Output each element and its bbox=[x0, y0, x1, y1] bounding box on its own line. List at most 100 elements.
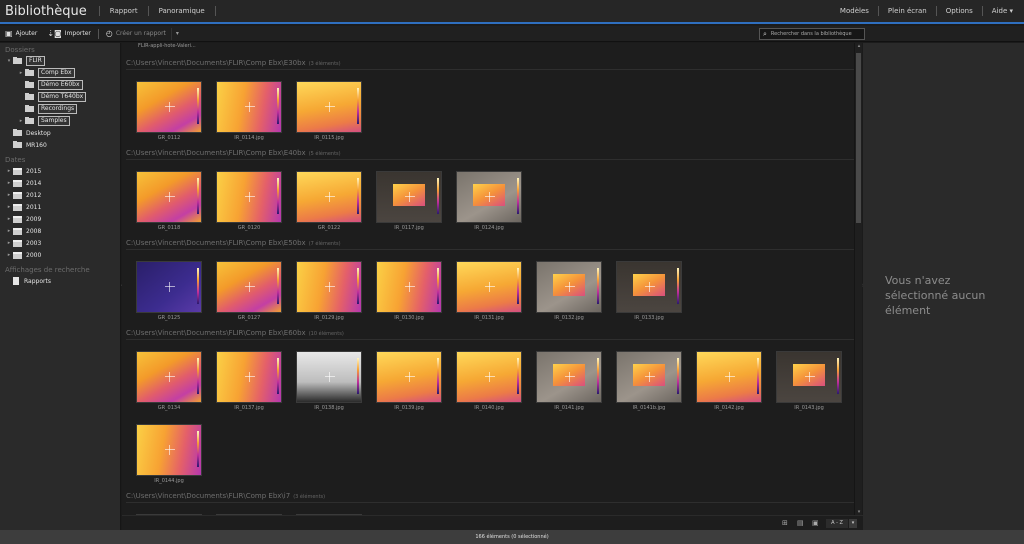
thermal-image-thumbnail[interactable] bbox=[536, 351, 602, 403]
triangle-right-icon[interactable]: ▸ bbox=[5, 228, 13, 234]
folder-item[interactable]: Desktop bbox=[0, 127, 120, 139]
search-view-item[interactable]: Rapports bbox=[0, 275, 120, 287]
triangle-right-icon[interactable]: ▸ bbox=[5, 168, 13, 174]
menu-plein-ecran[interactable]: Plein écran bbox=[881, 7, 934, 15]
thumbnail-label: IR_0142.jpg bbox=[714, 405, 744, 411]
menu-aide[interactable]: Aide ▾ bbox=[985, 7, 1020, 15]
folder-item[interactable]: ▾ FLIR bbox=[0, 55, 120, 67]
triangle-down-icon[interactable]: ▾ bbox=[5, 58, 13, 64]
scroll-up-icon[interactable]: ▴ bbox=[855, 43, 863, 49]
folder-item[interactable]: Démo T640bx bbox=[0, 91, 120, 103]
triangle-right-icon[interactable]: ▸ bbox=[5, 252, 13, 258]
color-scale bbox=[517, 358, 519, 394]
thermal-image-thumbnail[interactable] bbox=[296, 171, 362, 223]
group-header: C:\Users\Vincent\Documents\FLIR\Comp Ebx… bbox=[126, 329, 854, 340]
color-scale bbox=[677, 358, 679, 394]
date-item[interactable]: ▸ 2011 bbox=[0, 201, 120, 213]
color-scale bbox=[837, 358, 839, 394]
search-view-list: Rapports bbox=[0, 275, 120, 287]
triangle-right-icon[interactable]: ▸ bbox=[5, 216, 13, 222]
import-button-label: Importer bbox=[64, 30, 91, 37]
status-bar: 166 éléments (0 sélectionné) bbox=[0, 530, 1024, 544]
menu-separator bbox=[935, 6, 937, 16]
sort-select[interactable]: A - Z bbox=[826, 519, 848, 528]
thermal-image-thumbnail[interactable] bbox=[776, 351, 842, 403]
thermal-image-thumbnail[interactable] bbox=[376, 351, 442, 403]
folder-icon bbox=[25, 69, 34, 76]
calendar-icon bbox=[13, 179, 22, 187]
import-button[interactable]: ⇣◙ Importer bbox=[42, 27, 96, 41]
thermal-image-thumbnail[interactable] bbox=[456, 261, 522, 313]
thermal-image-thumbnail[interactable] bbox=[296, 351, 362, 403]
thermal-image-thumbnail[interactable] bbox=[216, 171, 282, 223]
menu-modeles[interactable]: Modèles bbox=[833, 7, 876, 15]
date-item[interactable]: ▸ 2000 bbox=[0, 249, 120, 261]
add-button[interactable]: ▣ Ajouter bbox=[0, 27, 42, 41]
sort-dropdown-icon[interactable]: ▾ bbox=[849, 519, 857, 528]
thermal-image-thumbnail[interactable] bbox=[296, 81, 362, 133]
thermal-image-thumbnail[interactable] bbox=[216, 81, 282, 133]
folder-item[interactable]: ▸ Samples bbox=[0, 115, 120, 127]
thermal-image-thumbnail[interactable] bbox=[296, 261, 362, 313]
thumbnail-label: IR_0138.jpg bbox=[314, 405, 344, 411]
triangle-right-icon[interactable]: ▸ bbox=[5, 192, 13, 198]
menu-options[interactable]: Options bbox=[939, 7, 980, 15]
menu-separator bbox=[147, 6, 149, 16]
thumbnail-label: IR_0132.jpg bbox=[554, 315, 584, 321]
crosshair-icon bbox=[405, 282, 415, 292]
thermal-image-thumbnail[interactable] bbox=[136, 424, 202, 476]
scrollbar-thumb[interactable] bbox=[856, 53, 861, 223]
menu-bar: Bibliothèque Rapport Panoramique Modèles… bbox=[0, 0, 1024, 24]
calendar-icon bbox=[13, 203, 22, 211]
group-count: (7 éléments) bbox=[308, 241, 341, 247]
thermal-image-thumbnail[interactable] bbox=[136, 261, 202, 313]
thumbnail-label: GR_0127 bbox=[237, 315, 261, 321]
thumbnail-label: IR_0141b.jpg bbox=[632, 405, 666, 411]
color-scale bbox=[757, 358, 759, 394]
menu-rapport[interactable]: Rapport bbox=[102, 7, 146, 15]
thumbnail-label: IR_0143.jpg bbox=[794, 405, 824, 411]
create-report-dropdown[interactable]: ▾ bbox=[170, 27, 183, 40]
date-item[interactable]: ▸ 2012 bbox=[0, 189, 120, 201]
list-view-icon[interactable]: ▤ bbox=[797, 519, 807, 527]
folder-item[interactable]: ▸ Comp Ebx bbox=[0, 67, 120, 79]
thermal-image-thumbnail[interactable] bbox=[376, 261, 442, 313]
folder-item[interactable]: Démo E60bx bbox=[0, 79, 120, 91]
color-scale bbox=[517, 178, 519, 214]
thermal-image-thumbnail[interactable] bbox=[456, 351, 522, 403]
group-header: C:\Users\Vincent\Documents\FLIR\Comp Ebx… bbox=[126, 149, 854, 160]
thermal-image-thumbnail[interactable] bbox=[616, 261, 682, 313]
grid-view-icon[interactable]: ⊞ bbox=[782, 519, 792, 527]
thermal-image-thumbnail[interactable] bbox=[216, 351, 282, 403]
create-report-button[interactable]: ◴ Créer un rapport bbox=[101, 27, 171, 41]
thermal-image-thumbnail[interactable] bbox=[456, 171, 522, 223]
color-scale bbox=[277, 268, 279, 304]
thermal-image-thumbnail[interactable] bbox=[376, 171, 442, 223]
date-item[interactable]: ▸ 2003 bbox=[0, 237, 120, 249]
folder-item[interactable]: Recordings bbox=[0, 103, 120, 115]
date-item[interactable]: ▸ 2008 bbox=[0, 225, 120, 237]
thermal-image-thumbnail[interactable] bbox=[616, 351, 682, 403]
date-item[interactable]: ▸ 2014 bbox=[0, 177, 120, 189]
thermal-image-thumbnail[interactable] bbox=[136, 171, 202, 223]
triangle-right-icon[interactable]: ▸ bbox=[5, 180, 13, 186]
menu-panoramique[interactable]: Panoramique bbox=[151, 7, 213, 15]
date-item[interactable]: ▸ 2009 bbox=[0, 213, 120, 225]
thermal-image-thumbnail[interactable] bbox=[136, 81, 202, 133]
thermal-image-thumbnail[interactable] bbox=[216, 261, 282, 313]
triangle-right-icon[interactable]: ▸ bbox=[5, 240, 13, 246]
triangle-right-icon[interactable]: ▸ bbox=[5, 204, 13, 210]
search-input[interactable]: ⌕ Rechercher dans la bibliothèque bbox=[759, 28, 865, 40]
vertical-scrollbar[interactable]: ▴ ▾ bbox=[854, 43, 862, 515]
thermal-image-thumbnail[interactable] bbox=[536, 261, 602, 313]
triangle-right-icon[interactable]: ▸ bbox=[17, 118, 25, 124]
thermal-image-thumbnail[interactable] bbox=[136, 351, 202, 403]
date-item[interactable]: ▸ 2015 bbox=[0, 165, 120, 177]
thermal-image-thumbnail[interactable] bbox=[696, 351, 762, 403]
folder-item[interactable]: MR160 bbox=[0, 139, 120, 151]
detail-view-icon[interactable]: ▣ bbox=[812, 519, 822, 527]
date-label: 2014 bbox=[26, 179, 42, 187]
group-header: C:\Users\Vincent\Documents\FLIR\Comp Ebx… bbox=[126, 59, 854, 70]
triangle-right-icon[interactable]: ▸ bbox=[17, 70, 25, 76]
details-panel: Vous n'avez sélectionné aucun élément bbox=[863, 43, 1024, 530]
